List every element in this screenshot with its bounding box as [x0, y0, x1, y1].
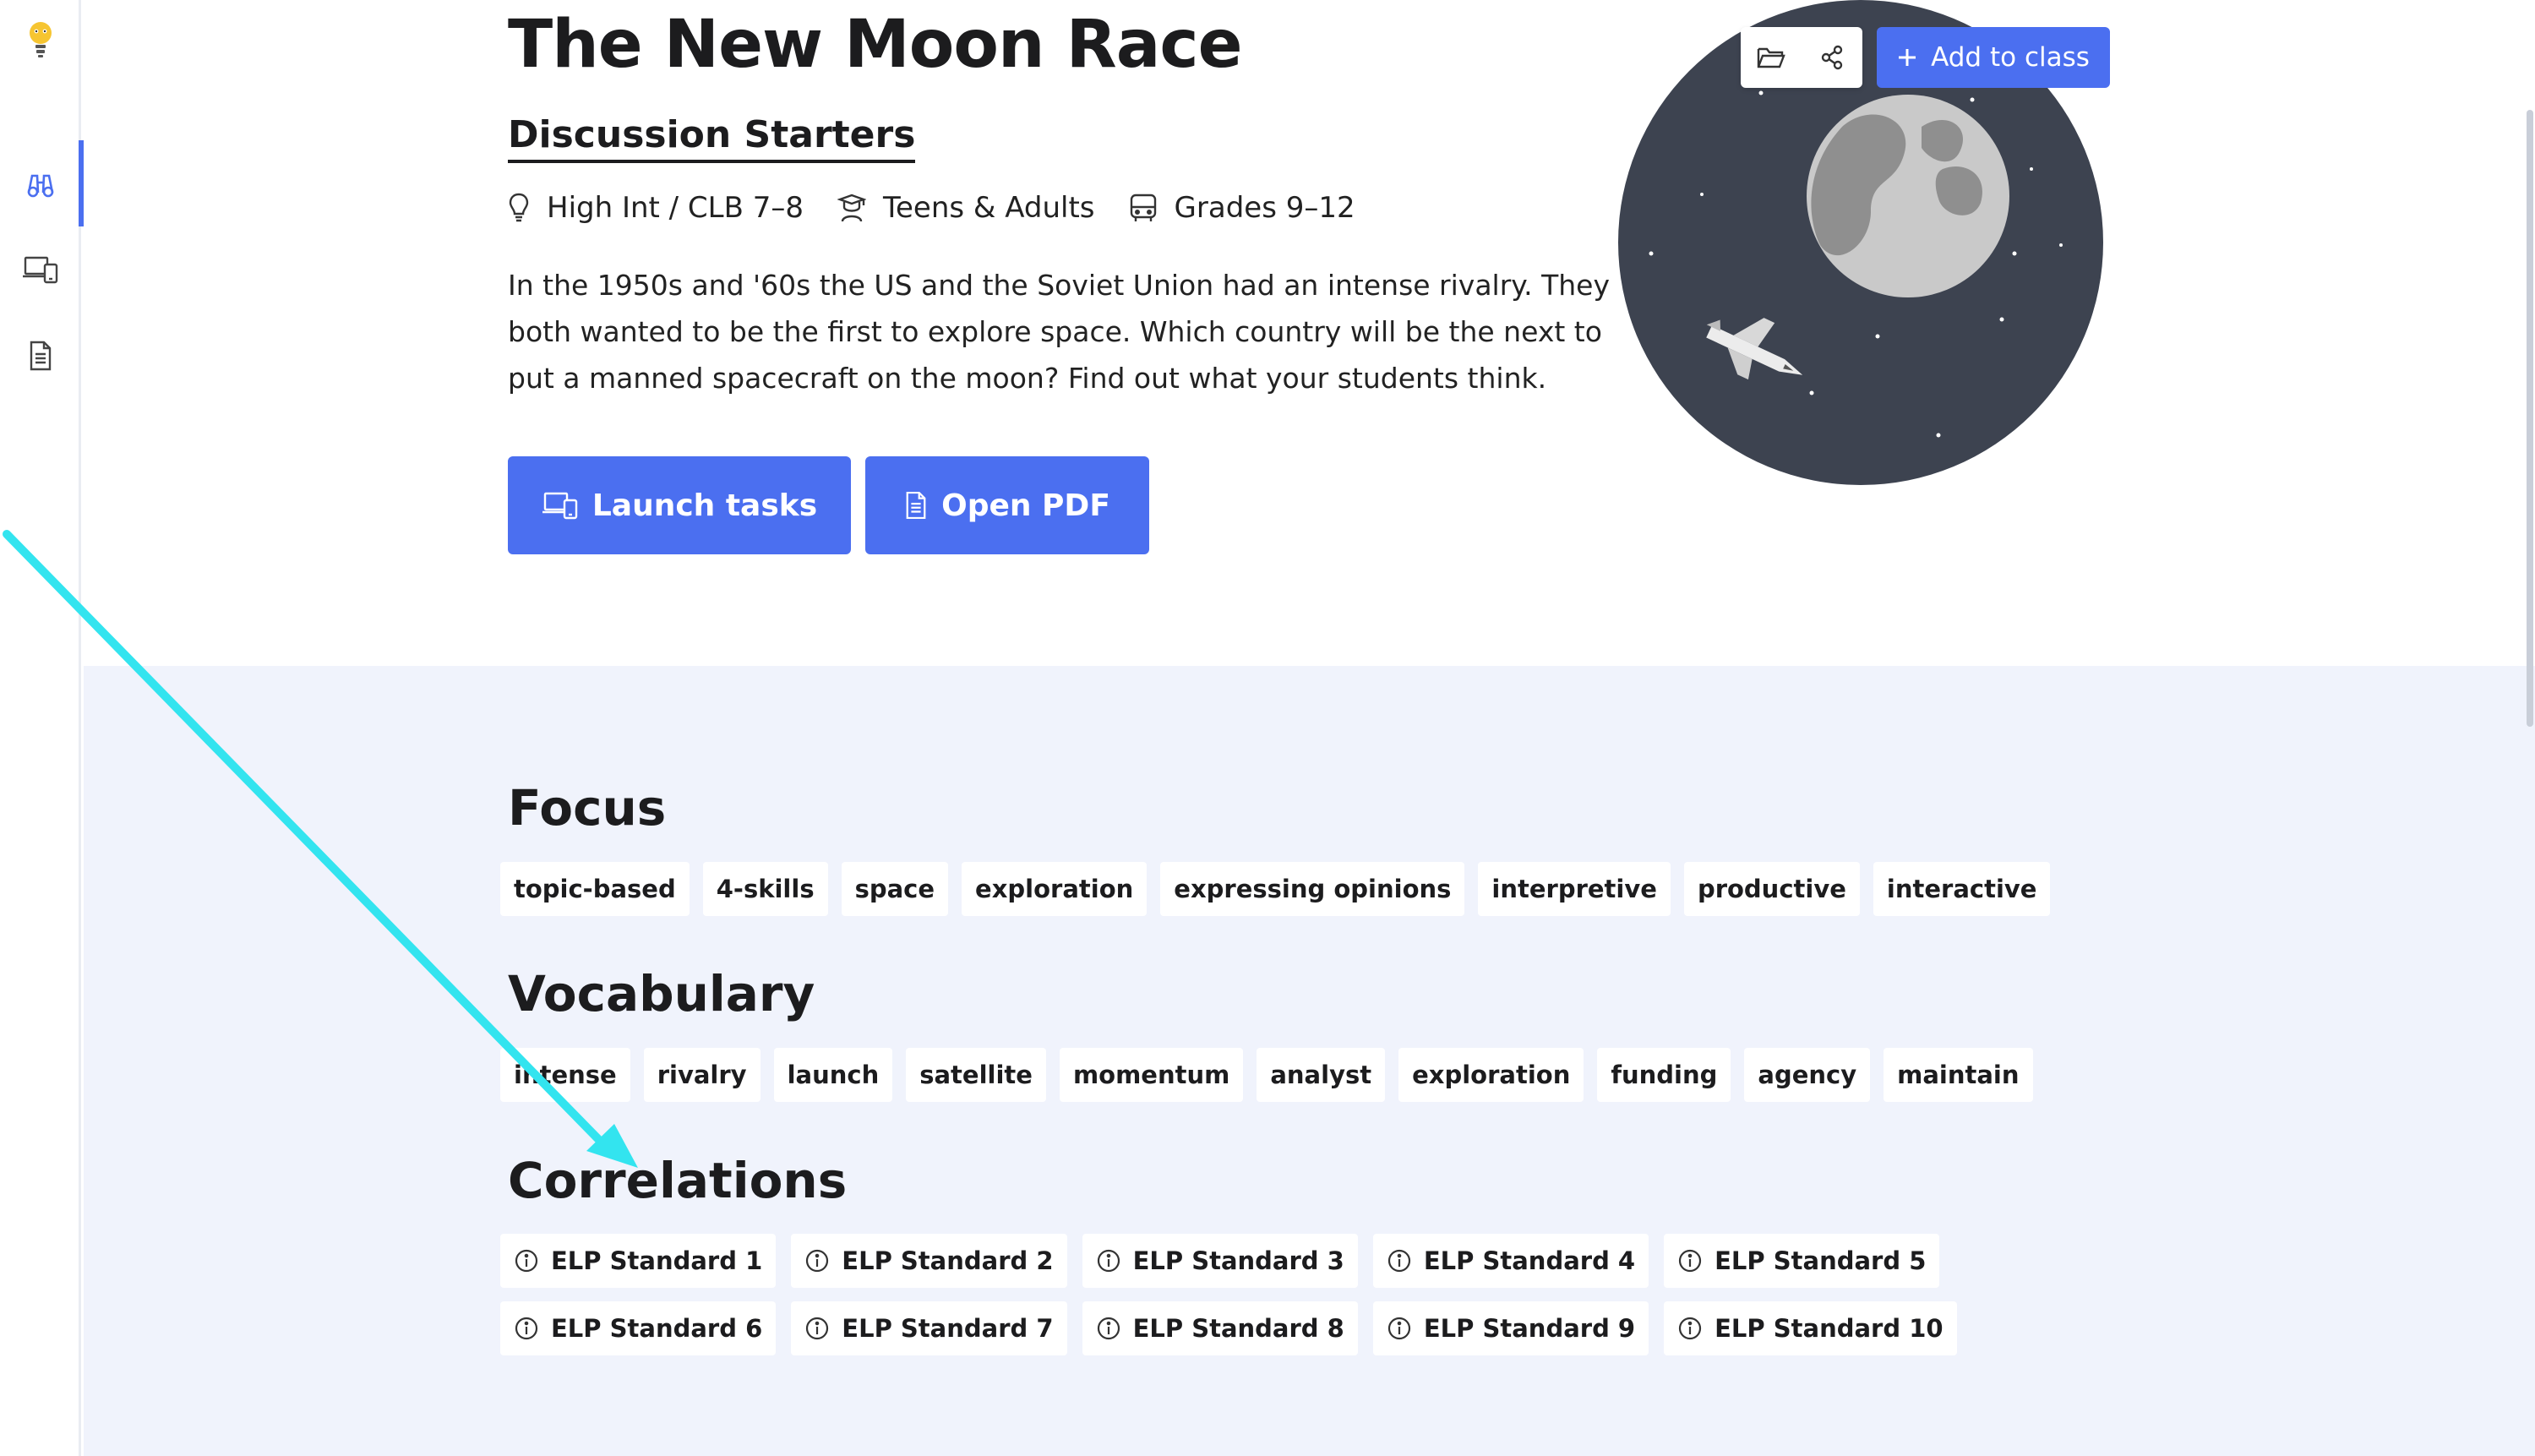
correlation-standards: ELP Standard 1 ELP Standard 2 ELP Standa… — [500, 1234, 2165, 1355]
launch-tasks-label: Launch tasks — [592, 488, 818, 523]
standard-chip[interactable]: ELP Standard 3 — [1082, 1234, 1358, 1288]
folder-icon — [1757, 47, 1785, 68]
rail-item-discover[interactable] — [0, 140, 84, 226]
standard-label: ELP Standard 7 — [842, 1314, 1054, 1343]
standard-chip[interactable]: ELP Standard 6 — [500, 1301, 777, 1355]
focus-heading: Focus — [508, 779, 667, 837]
vocabulary-tag[interactable]: momentum — [1059, 1048, 1244, 1102]
standard-chip[interactable]: ELP Standard 8 — [1082, 1301, 1358, 1355]
binoculars-icon — [27, 174, 54, 198]
standard-chip[interactable]: ELP Standard 4 — [1372, 1234, 1649, 1288]
standard-label: ELP Standard 6 — [551, 1314, 763, 1343]
open-pdf-button[interactable]: Open PDF — [865, 456, 1149, 554]
info-icon — [1097, 1317, 1120, 1340]
add-to-class-label: Add to class — [1931, 42, 2090, 73]
add-to-class-button[interactable]: Add to class — [1877, 27, 2110, 88]
focus-tag[interactable]: interactive — [1873, 862, 2051, 916]
standard-chip[interactable]: ELP Standard 5 — [1664, 1234, 1940, 1288]
page-scrollbar[interactable] — [2527, 110, 2533, 727]
lesson-description: In the 1950s and '60s the US and the Sov… — [508, 269, 1610, 395]
level-label: High Int / CLB 7–8 — [547, 191, 804, 225]
standard-chip[interactable]: ELP Standard 9 — [1372, 1301, 1649, 1355]
grades-label: Grades 9–12 — [1174, 191, 1355, 225]
standard-label: ELP Standard 10 — [1715, 1314, 1944, 1343]
focus-tag[interactable]: space — [841, 862, 949, 916]
document-icon — [30, 341, 52, 371]
graduate-icon — [837, 194, 867, 222]
share-icon — [1821, 45, 1843, 70]
info-icon — [1387, 1317, 1410, 1340]
app-logo[interactable] — [0, 10, 81, 69]
main-content: The New Moon Race Discussion Starters Hi… — [84, 0, 2535, 1456]
vocabulary-tag[interactable]: exploration — [1398, 1048, 1584, 1102]
vocabulary-tags: intense rivalry launch satellite momentu… — [500, 1048, 2190, 1102]
standard-label: ELP Standard 3 — [1132, 1246, 1344, 1275]
level-meta: High Int / CLB 7–8 — [508, 191, 804, 225]
lesson-tools — [1741, 27, 1862, 88]
audience-label: Teens & Adults — [883, 191, 1095, 225]
vocabulary-tag[interactable]: intense — [500, 1048, 630, 1102]
vocabulary-heading: Vocabulary — [508, 965, 815, 1022]
open-pdf-label: Open PDF — [941, 488, 1110, 523]
standard-label: ELP Standard 5 — [1715, 1246, 1927, 1275]
standard-label: ELP Standard 8 — [1132, 1314, 1344, 1343]
devices-icon — [542, 492, 578, 520]
vocabulary-tag[interactable]: rivalry — [643, 1048, 760, 1102]
lightbulb-icon — [509, 193, 529, 222]
lesson-details: Focus topic-based 4-skills space explora… — [84, 666, 2535, 1456]
standard-chip[interactable]: ELP Standard 10 — [1664, 1301, 1957, 1355]
vocabulary-tag[interactable]: analyst — [1257, 1048, 1386, 1102]
correlations-heading: Correlations — [508, 1152, 848, 1209]
standard-label: ELP Standard 2 — [842, 1246, 1054, 1275]
focus-tag[interactable]: topic-based — [500, 862, 690, 916]
rail-item-tasks[interactable] — [0, 240, 81, 299]
grades-meta: Grades 9–12 — [1129, 191, 1355, 225]
info-icon — [1387, 1249, 1410, 1273]
devices-icon — [23, 256, 58, 284]
lightbulb-logo-icon — [30, 22, 52, 57]
standard-chip[interactable]: ELP Standard 1 — [500, 1234, 777, 1288]
audience-meta: Teens & Adults — [837, 191, 1095, 225]
vocabulary-tag[interactable]: maintain — [1884, 1048, 2033, 1102]
lesson-type-link[interactable]: Discussion Starters — [508, 113, 916, 163]
standard-chip[interactable]: ELP Standard 7 — [791, 1301, 1067, 1355]
focus-tag[interactable]: interpretive — [1478, 862, 1671, 916]
vocabulary-tag[interactable]: funding — [1597, 1048, 1731, 1102]
vocabulary-tag[interactable]: agency — [1744, 1048, 1871, 1102]
info-icon — [1679, 1317, 1702, 1340]
standard-label: ELP Standard 9 — [1423, 1314, 1636, 1343]
focus-tag[interactable]: exploration — [962, 862, 1148, 916]
info-icon — [806, 1317, 829, 1340]
plus-icon — [1899, 49, 1916, 66]
lesson-header: The New Moon Race Discussion Starters Hi… — [84, 0, 2535, 666]
info-icon — [1679, 1249, 1702, 1273]
launch-tasks-button[interactable]: Launch tasks — [508, 456, 851, 554]
share-button[interactable] — [1802, 27, 1862, 88]
standard-chip[interactable]: ELP Standard 2 — [791, 1234, 1067, 1288]
bus-icon — [1130, 194, 1156, 221]
vocabulary-tag[interactable]: satellite — [906, 1048, 1046, 1102]
document-icon — [906, 491, 926, 520]
save-to-folder-button[interactable] — [1741, 27, 1802, 88]
standard-label: ELP Standard 4 — [1423, 1246, 1636, 1275]
info-icon — [515, 1317, 538, 1340]
info-icon — [806, 1249, 829, 1273]
rail-item-documents[interactable] — [0, 326, 81, 385]
lesson-meta: High Int / CLB 7–8 Teens & Adults Grades… — [508, 191, 1355, 225]
focus-tags: topic-based 4-skills space exploration e… — [500, 862, 2190, 916]
focus-tag[interactable]: expressing opinions — [1160, 862, 1465, 916]
focus-tag[interactable]: 4-skills — [702, 862, 828, 916]
focus-tag[interactable]: productive — [1683, 862, 1860, 916]
info-icon — [1097, 1249, 1120, 1273]
standard-label: ELP Standard 1 — [551, 1246, 763, 1275]
left-rail — [0, 0, 84, 1456]
page-title: The New Moon Race — [508, 7, 1242, 83]
info-icon — [515, 1249, 538, 1273]
vocabulary-tag[interactable]: launch — [773, 1048, 893, 1102]
